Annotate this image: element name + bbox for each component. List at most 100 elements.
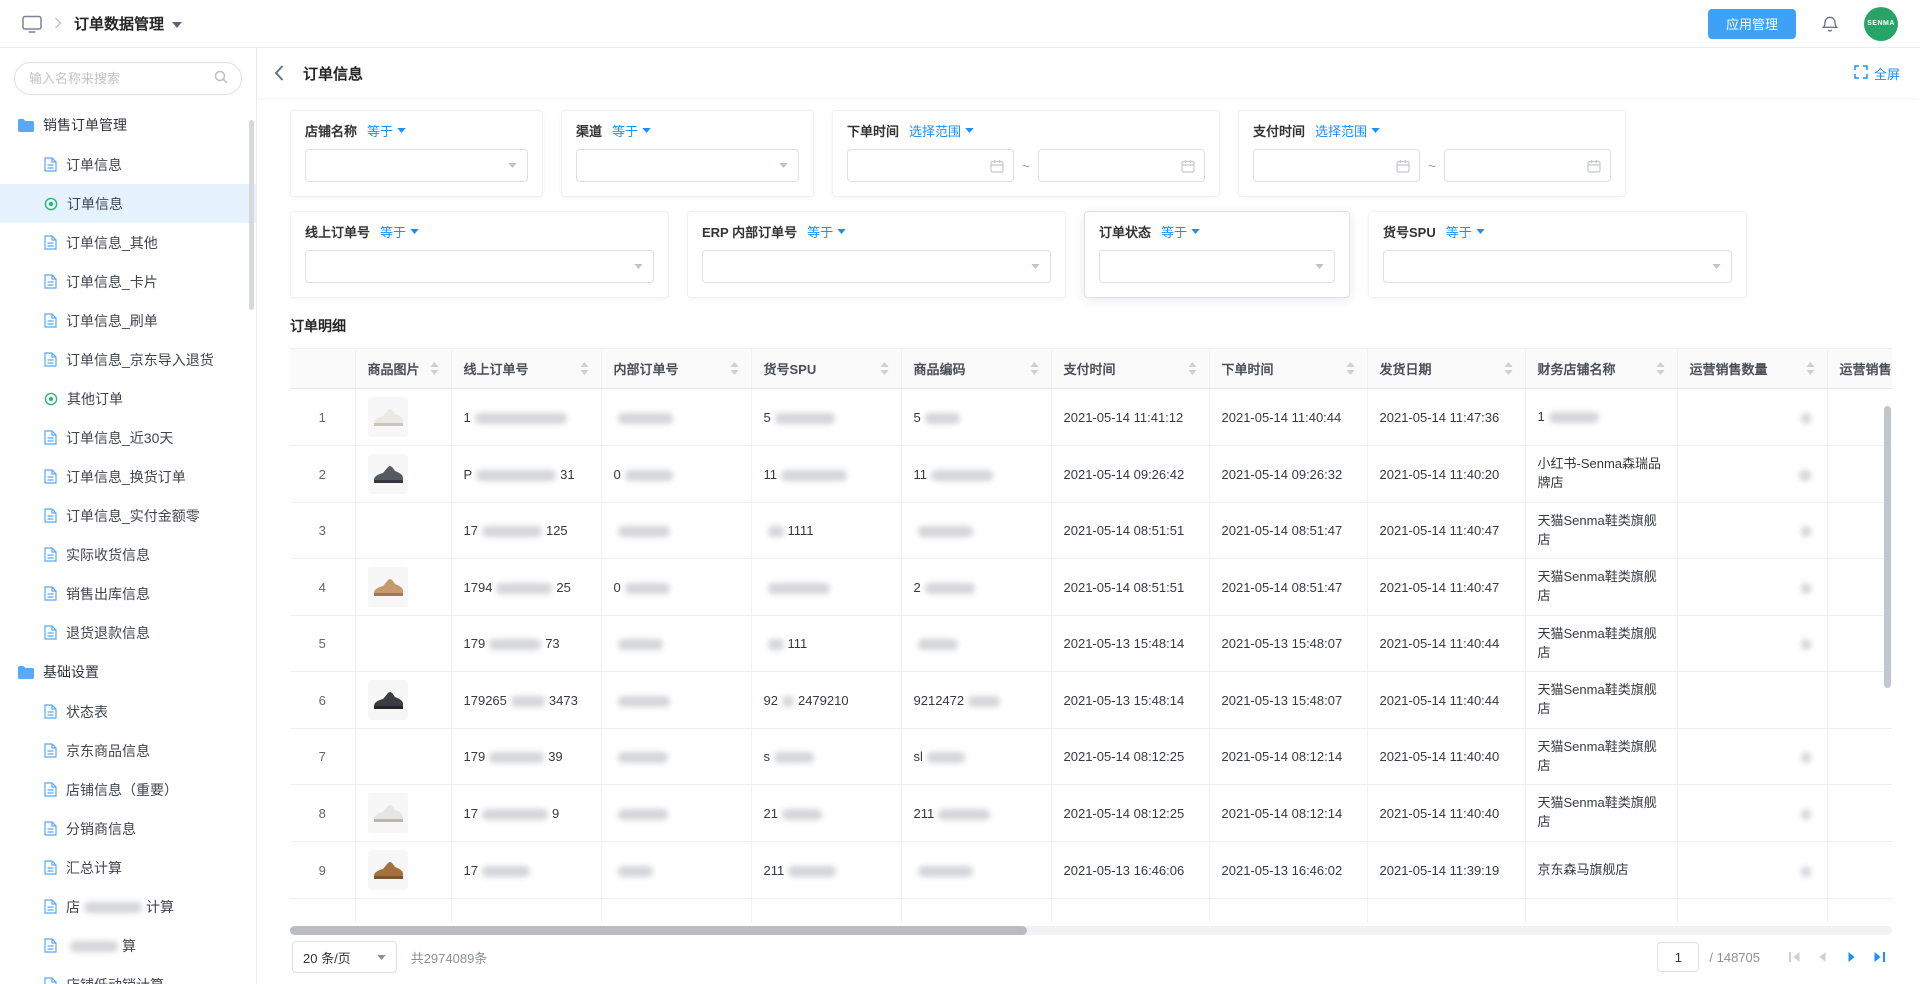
product-image[interactable]	[368, 793, 408, 833]
filter-operator-dropdown[interactable]: 等于	[367, 121, 406, 140]
sidebar-item[interactable]: 订单信息_刷单	[0, 301, 256, 340]
filter-value-select[interactable]	[576, 149, 799, 182]
product-image[interactable]	[368, 454, 408, 494]
col-header-sales-amount[interactable]: 运营销售金额	[1827, 349, 1892, 389]
text-segment: 其他订单	[67, 391, 123, 407]
horizontal-scrollbar[interactable]	[290, 926, 1892, 935]
sidebar-item[interactable]: 其他订单	[0, 379, 256, 418]
sidebar-item[interactable]: 订单信息_京东导入退货	[0, 340, 256, 379]
sort-icon[interactable]	[1504, 362, 1513, 375]
page-content: 店铺名称等于渠道等于下单时间选择范围~支付时间选择范围~线上订单号等于ERP 内…	[257, 98, 1920, 984]
redacted-segment	[782, 809, 822, 820]
last-page-button[interactable]	[1870, 948, 1890, 966]
row-index-cell: 4	[290, 559, 355, 616]
back-button[interactable]	[269, 60, 289, 86]
sort-icon[interactable]	[1030, 362, 1039, 375]
sidebar-item[interactable]: 订单信息_实付金额零	[0, 496, 256, 535]
filter-operator-dropdown[interactable]: 选择范围	[1315, 121, 1380, 140]
vertical-scrollbar-thumb[interactable]	[1884, 406, 1891, 688]
sidebar-item[interactable]: 分销商信息	[0, 809, 256, 848]
col-header-spu[interactable]: 货号SPU	[751, 349, 901, 389]
sort-icon[interactable]	[1188, 362, 1197, 375]
sidebar-group-0[interactable]: 销售订单管理	[0, 105, 256, 145]
avatar[interactable]: SENMA	[1864, 7, 1898, 41]
sidebar-item[interactable]: 订单信息_换货订单	[0, 457, 256, 496]
prev-page-button[interactable]	[1814, 948, 1832, 966]
filter-operator-dropdown[interactable]: 等于	[612, 121, 651, 140]
search-icon[interactable]	[213, 69, 229, 88]
order-time-cell: 2021-05-14 08:51:47	[1209, 503, 1367, 559]
spu-cell: 211	[751, 842, 901, 899]
filter-value-select[interactable]	[702, 250, 1051, 283]
sidebar-item[interactable]: 实际收货信息	[0, 535, 256, 574]
filter-value-select[interactable]	[305, 149, 528, 182]
col-header-order-time[interactable]: 下单时间	[1209, 349, 1367, 389]
text-segment: 2021-05-14 11:40:44	[1380, 636, 1500, 651]
text-segment: 31	[560, 467, 574, 482]
page-size-select[interactable]: 20 条/页	[292, 941, 397, 973]
filter-operator-dropdown[interactable]: 选择范围	[909, 121, 974, 140]
sort-icon[interactable]	[580, 362, 589, 375]
app-manage-button[interactable]: 应用管理	[1708, 9, 1796, 39]
sort-icon[interactable]	[1656, 362, 1665, 375]
sidebar-item[interactable]: 订单信息	[0, 145, 256, 184]
sort-icon[interactable]	[880, 362, 889, 375]
sidebar-scrollbar[interactable]	[249, 120, 254, 310]
sidebar-item[interactable]: 销售出库信息	[0, 574, 256, 613]
date-end-input[interactable]	[1038, 149, 1205, 182]
sidebar-item[interactable]: 订单信息_其他	[0, 223, 256, 262]
sort-icon[interactable]	[1806, 362, 1815, 375]
document-icon	[44, 313, 57, 328]
product-image[interactable]	[368, 680, 408, 720]
filter-value-select[interactable]	[1383, 250, 1732, 283]
sidebar-item[interactable]: 店铺低动销计算	[0, 965, 256, 984]
sidebar-item[interactable]: 汇总计算	[0, 848, 256, 887]
sidebar-item[interactable]: 订单信息_近30天	[0, 418, 256, 457]
col-header-product-code[interactable]: 商品编码	[901, 349, 1051, 389]
col-header-finance-store-name[interactable]: 财务店铺名称	[1525, 349, 1677, 389]
filter-header: 订单状态等于	[1099, 222, 1335, 241]
sidebar-item[interactable]: 算	[0, 926, 256, 965]
sidebar-group-1[interactable]: 基础设置	[0, 652, 256, 692]
date-start-input[interactable]	[847, 149, 1014, 182]
filter-operator-dropdown[interactable]: 等于	[1161, 222, 1200, 241]
sidebar-item[interactable]: 订单信息	[0, 184, 256, 223]
col-header-online-order-no[interactable]: 线上订单号	[451, 349, 601, 389]
filter-operator-dropdown[interactable]: 等于	[1446, 222, 1485, 241]
next-page-button[interactable]	[1842, 948, 1860, 966]
sidebar-item[interactable]: 京东商品信息	[0, 731, 256, 770]
sidebar-item[interactable]: 订单信息_卡片	[0, 262, 256, 301]
sidebar-item[interactable]: 店计算	[0, 887, 256, 926]
product-image[interactable]	[368, 397, 408, 437]
date-end-input[interactable]	[1444, 149, 1611, 182]
filter-operator-dropdown[interactable]: 等于	[807, 222, 846, 241]
product-image[interactable]	[368, 850, 408, 890]
sidebar-item[interactable]: 退货退款信息	[0, 613, 256, 652]
col-header-ship-date[interactable]: 发货日期	[1367, 349, 1525, 389]
vertical-scrollbar[interactable]	[1882, 394, 1892, 922]
page-switcher[interactable]: 订单数据管理	[74, 13, 182, 34]
sort-icon[interactable]	[430, 362, 439, 375]
col-header-product-image[interactable]: 商品图片	[355, 349, 451, 389]
text-segment: 39	[548, 749, 562, 764]
sort-icon[interactable]	[1346, 362, 1355, 375]
sort-icon[interactable]	[730, 362, 739, 375]
bell-icon[interactable]	[1820, 14, 1840, 34]
horizontal-scrollbar-thumb[interactable]	[290, 926, 1027, 935]
filter-value-select[interactable]	[305, 250, 654, 283]
date-start-input[interactable]	[1253, 149, 1420, 182]
page-input[interactable]	[1657, 942, 1699, 972]
filter-operator-dropdown[interactable]: 等于	[380, 222, 419, 241]
col-header-pay-time[interactable]: 支付时间	[1051, 349, 1209, 389]
product-image[interactable]	[368, 567, 408, 607]
window-icon[interactable]	[22, 15, 42, 33]
filter-value-select[interactable]	[1099, 250, 1335, 283]
col-header-internal-order-no[interactable]: 内部订单号	[601, 349, 751, 389]
fullscreen-button[interactable]: 全屏	[1854, 64, 1900, 83]
search-input[interactable]	[27, 70, 205, 87]
sidebar-item[interactable]: 状态表	[0, 692, 256, 731]
sidebar-item[interactable]: 店铺信息（重要）	[0, 770, 256, 809]
online-order-no-cell	[451, 899, 601, 923]
first-page-button[interactable]	[1784, 948, 1804, 966]
col-header-sales-qty[interactable]: 运营销售数量	[1677, 349, 1827, 389]
